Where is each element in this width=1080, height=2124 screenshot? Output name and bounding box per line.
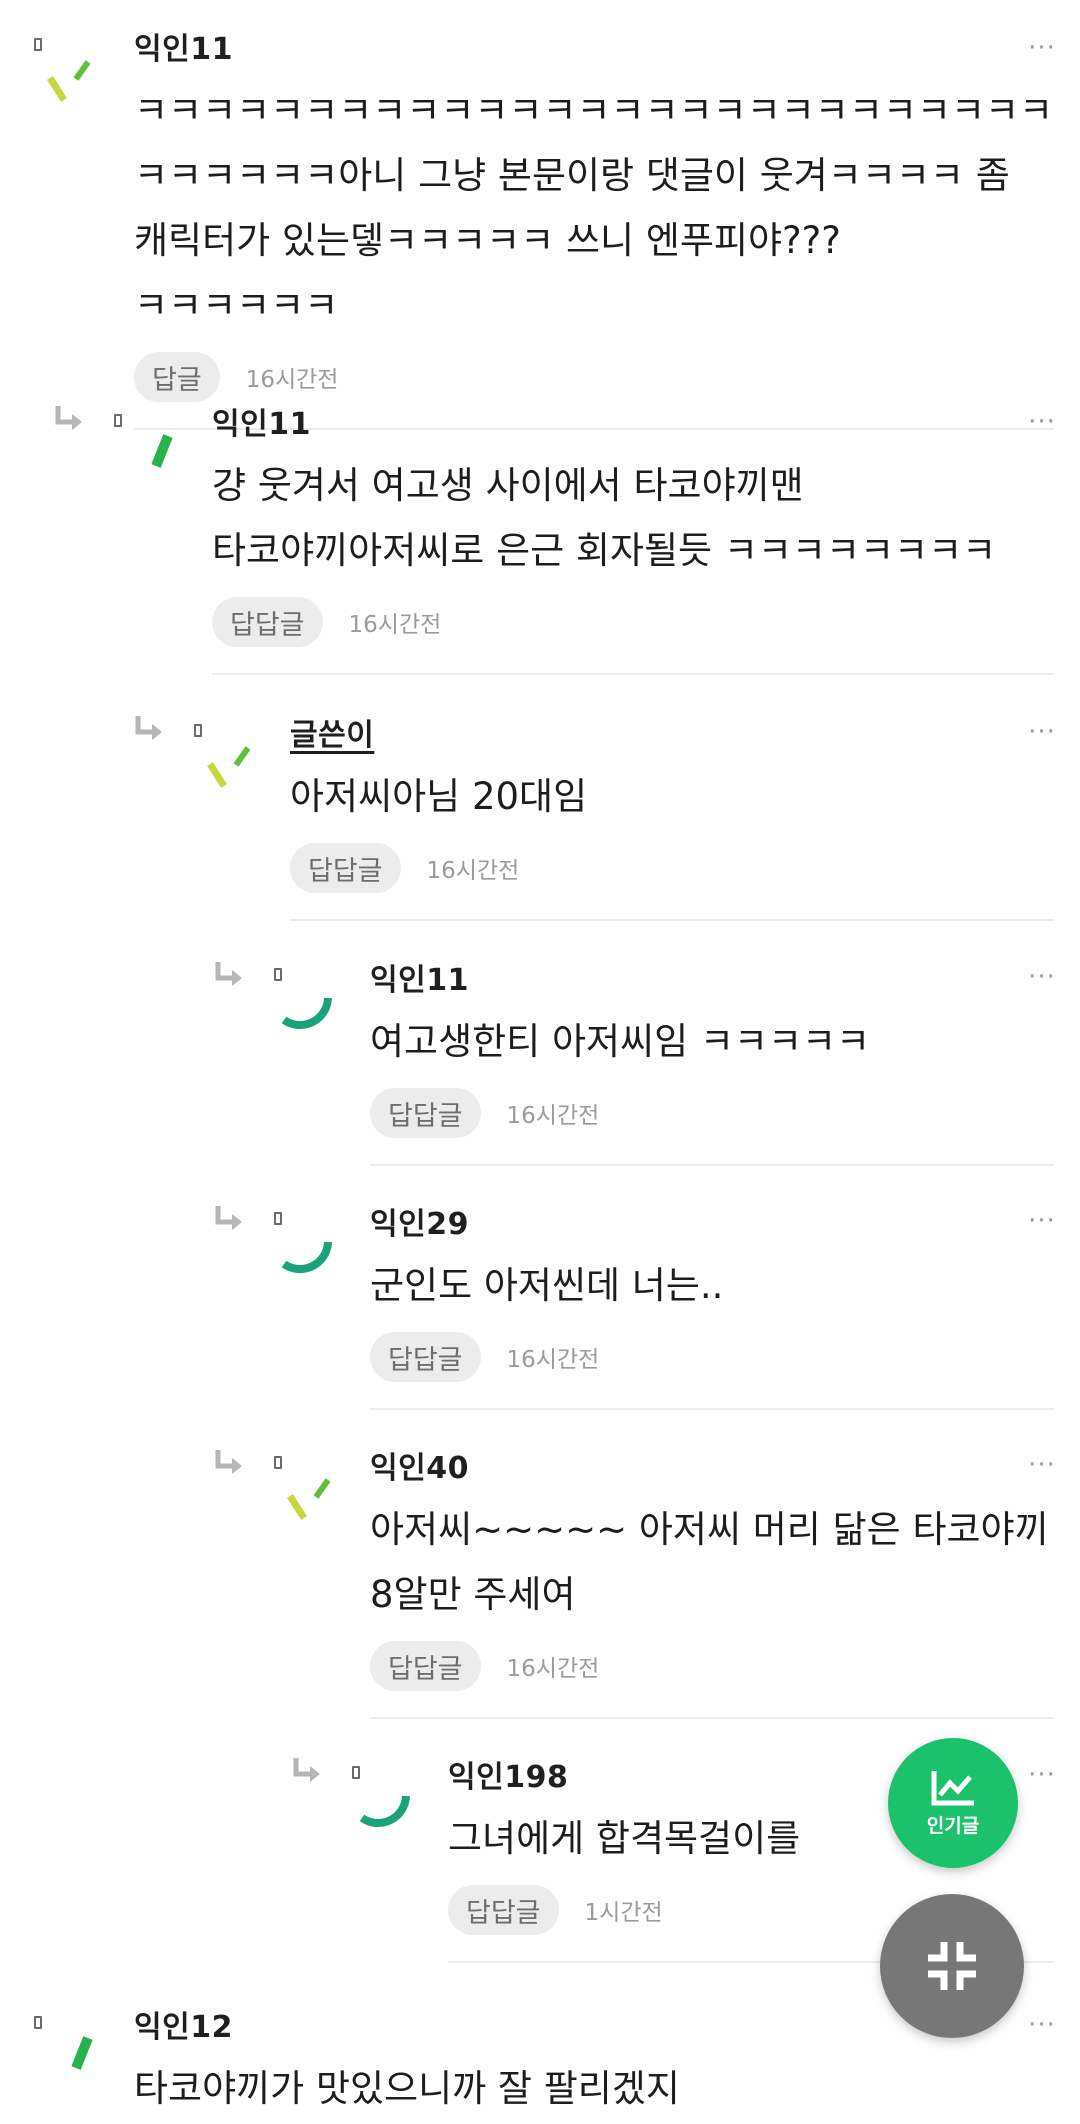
divider — [370, 1717, 1054, 1719]
reply-button[interactable]: 답답글 — [448, 1885, 559, 1935]
comment-meta: 답답글 16시간전 — [370, 1332, 1054, 1382]
comment-author[interactable]: 글쓴이 — [290, 716, 1054, 756]
avatar[interactable] — [274, 1456, 344, 1526]
comment-time: 16시간전 — [506, 1656, 600, 1682]
comment-text: 걍 웃겨서 여고생 사이에서 타코야끼맨 타코야끼아저씨로 은근 회자될듯 ㅋㅋ… — [212, 464, 997, 572]
reply-button[interactable]: 답글 — [134, 352, 220, 402]
comment-time: 16시간전 — [426, 858, 520, 884]
reply-arrow-icon — [135, 716, 162, 740]
avatar-mark-icon — [114, 414, 122, 427]
comment-time: 16시간전 — [348, 612, 442, 638]
comment-time: 1시간전 — [584, 1900, 663, 1926]
comment-text: 아저씨아님 20대임 — [290, 775, 588, 818]
avatar-mark-icon — [274, 1212, 282, 1225]
comment-text: 군인도 아저씬데 너는.. — [370, 1264, 724, 1307]
reply-arrow-icon — [293, 1758, 320, 1782]
divider — [370, 1408, 1054, 1410]
divider — [212, 673, 1054, 675]
avatar[interactable] — [274, 968, 344, 1038]
comment-meta: 답답글 16시간전 — [212, 597, 1054, 647]
comment-meta: 답답글 16시간전 — [370, 1641, 1054, 1691]
comment-body: 익인29 군인도 아저씬데 너는.. 답답글 16시간전 — [370, 1205, 1054, 1410]
comment-time: 16시간전 — [506, 1103, 600, 1129]
reply-button[interactable]: 답답글 — [370, 1641, 481, 1691]
avatar-mark-icon — [194, 724, 202, 737]
comment-author[interactable]: 익인11 — [134, 30, 1054, 70]
comment-meta: 답글 16시간전 — [134, 352, 1054, 402]
comment-body: 익인11 여고생한티 아저씨임 ㅋㅋㅋㅋㅋ 답답글 16시간전 — [370, 961, 1054, 1166]
avatar[interactable] — [114, 414, 184, 484]
comment-author[interactable]: 익인11 — [212, 405, 1054, 445]
comment-time: 16시간전 — [506, 1347, 600, 1373]
avatar[interactable] — [352, 1766, 422, 1836]
comment-text: 타코야끼가 맛있으니까 잘 팔리겠지 — [134, 2067, 680, 2110]
avatar[interactable] — [194, 724, 264, 794]
comment-meta: 답답글 16시간전 — [370, 1088, 1054, 1138]
avatar-mark-icon — [274, 1456, 282, 1469]
comment-author[interactable]: 익인11 — [370, 961, 1054, 1001]
reply-button[interactable]: 답답글 — [212, 597, 323, 647]
comment-meta: 답답글 16시간전 — [290, 843, 1054, 893]
avatar[interactable] — [274, 1212, 344, 1282]
avatar-icon — [71, 2036, 93, 2070]
comment-text: ㅋㅋㅋㅋㅋㅋㅋㅋㅋㅋㅋㅋㅋㅋㅋㅋㅋㅋㅋㅋㅋㅋㅋㅋㅋㅋㅋㅋㅋㅋㅋㅋㅋ아니 그냥 본… — [134, 89, 1054, 327]
comment-text: 아저씨~~~~~ 아저씨 머리 닮은 타코야끼 8알만 주세여 — [370, 1508, 1049, 1616]
avatar[interactable] — [34, 38, 104, 108]
comment-body: 익인11 ㅋㅋㅋㅋㅋㅋㅋㅋㅋㅋㅋㅋㅋㅋㅋㅋㅋㅋㅋㅋㅋㅋㅋㅋㅋㅋㅋㅋㅋㅋㅋㅋㅋ아니… — [134, 30, 1054, 430]
reply-button[interactable]: 답답글 — [370, 1088, 481, 1138]
comment-body: 익인11 걍 웃겨서 여고생 사이에서 타코야끼맨 타코야끼아저씨로 은근 회자… — [212, 405, 1054, 675]
avatar-mark-icon — [274, 968, 282, 981]
popular-posts-label: 인기글 — [926, 1814, 980, 1837]
comment-body: 익인40 아저씨~~~~~ 아저씨 머리 닮은 타코야끼 8알만 주세여 답답글… — [370, 1449, 1054, 1719]
reply-button[interactable]: 답답글 — [370, 1332, 481, 1382]
reply-arrow-icon — [215, 962, 242, 986]
avatar-icon — [281, 997, 332, 1030]
reply-arrow-icon — [215, 1206, 242, 1230]
trend-chart-icon — [931, 1770, 974, 1805]
divider — [290, 919, 1054, 921]
avatar-icon — [151, 434, 173, 468]
avatar[interactable] — [34, 2016, 104, 2086]
comment-author[interactable]: 익인40 — [370, 1449, 1054, 1489]
avatar-icon — [287, 1478, 331, 1520]
collapse-icon — [928, 1942, 976, 1990]
reply-arrow-icon — [55, 406, 82, 430]
reply-arrow-icon — [215, 1450, 242, 1474]
comment-text: 여고생한티 아저씨임 ㅋㅋㅋㅋㅋ — [370, 1020, 871, 1063]
avatar-mark-icon — [352, 1766, 360, 1779]
avatar-mark-icon — [34, 2016, 42, 2029]
avatar-icon — [281, 1241, 332, 1274]
collapse-button[interactable] — [880, 1894, 1024, 2038]
comment-time: 16시간전 — [245, 367, 339, 393]
comment-author[interactable]: 익인29 — [370, 1205, 1054, 1245]
divider — [370, 1164, 1054, 1166]
comment-body: 글쓴이 아저씨아님 20대임 답답글 16시간전 — [290, 716, 1054, 921]
avatar-icon — [207, 746, 251, 788]
avatar-icon — [359, 1795, 410, 1828]
avatar-mark-icon — [34, 38, 42, 51]
avatar-icon — [47, 60, 91, 102]
reply-button[interactable]: 답답글 — [290, 843, 401, 893]
popular-posts-button[interactable]: 인기글 — [888, 1738, 1018, 1868]
